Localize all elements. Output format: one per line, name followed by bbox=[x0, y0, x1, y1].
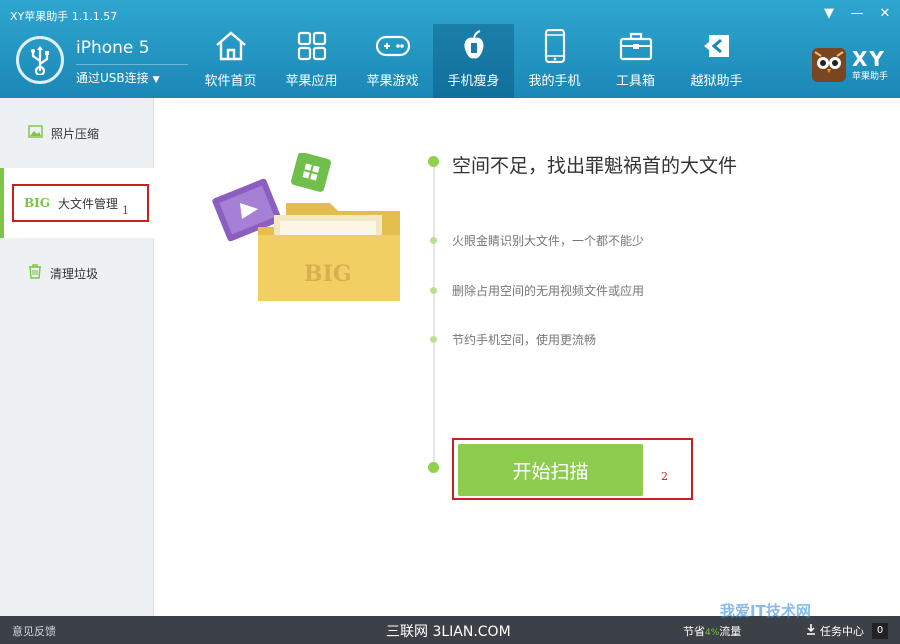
corner-watermark: 我爱IT技术网 bbox=[720, 602, 811, 620]
close-icon[interactable]: ✕ bbox=[876, 4, 894, 22]
timeline-dot bbox=[430, 287, 437, 294]
photo-icon bbox=[28, 125, 43, 141]
jailbreak-icon bbox=[699, 28, 735, 64]
app-title: XY苹果助手 1.1.1.57 bbox=[10, 10, 118, 23]
nav-item-games[interactable]: 苹果游戏 bbox=[352, 24, 433, 98]
connection-selector[interactable]: 通过USB连接 ▼ bbox=[76, 64, 188, 86]
sidebar-item-label: 照片压缩 bbox=[51, 126, 100, 141]
window-controls: ▼ — ✕ bbox=[820, 4, 894, 22]
nav-item-toolbox[interactable]: 工具箱 bbox=[595, 24, 676, 98]
nav-item-myphone[interactable]: 我的手机 bbox=[514, 24, 595, 98]
flow-prefix: 节省 bbox=[683, 625, 705, 638]
sidebar-item-label: 清理垃圾 bbox=[50, 266, 99, 281]
nav-label: 手机瘦身 bbox=[447, 74, 500, 89]
connection-label: 通过USB连接 bbox=[76, 71, 149, 85]
task-center-button[interactable]: 任务中心 0 bbox=[806, 623, 888, 639]
nav-label: 工具箱 bbox=[615, 74, 655, 89]
download-icon bbox=[806, 624, 816, 638]
feature-item: 删除占用空间的无用视频文件或应用 bbox=[452, 284, 645, 298]
brand-subtitle: 苹果助手 bbox=[851, 71, 888, 82]
brand-name: XY bbox=[851, 46, 886, 71]
nav-label: 我的手机 bbox=[528, 74, 581, 89]
top-header: XY苹果助手 1.1.1.57 ▼ — ✕ iPhone 5 通过USB连接 ▼ … bbox=[0, 0, 900, 98]
annotation-box bbox=[452, 438, 693, 500]
sidebar-item-clean-junk[interactable]: 清理垃圾 bbox=[0, 238, 154, 308]
task-count-badge: 0 bbox=[872, 623, 888, 639]
annotation-number: 2 bbox=[661, 470, 668, 483]
site-watermark: 三联网 3LIAN.COM bbox=[386, 624, 511, 640]
apps-grid-icon bbox=[294, 28, 330, 64]
brand-logo: XY 苹果助手 bbox=[811, 46, 888, 82]
device-panel: iPhone 5 通过USB连接 ▼ bbox=[16, 36, 191, 86]
gamepad-icon bbox=[375, 28, 411, 64]
big-file-illustration: BIG bbox=[210, 152, 410, 313]
headline: 空间不足，找出罪魁祸首的大文件 bbox=[452, 155, 738, 177]
menu-dropdown-icon[interactable]: ▼ bbox=[820, 4, 838, 22]
slim-icon bbox=[456, 28, 492, 64]
main-nav: 软件首页 苹果应用 苹果游戏 手机瘦身 我的手机 工具箱 越狱助手 bbox=[190, 24, 757, 98]
nav-label: 越狱助手 bbox=[690, 74, 743, 89]
timeline-dot bbox=[428, 156, 439, 167]
timeline-dot bbox=[428, 462, 439, 473]
sidebar: 照片压缩 BIG 大文件管理 清理垃圾 1 bbox=[0, 98, 154, 616]
feature-item: 火眼金睛识别大文件，一个都不能少 bbox=[452, 234, 645, 248]
nav-label: 苹果游戏 bbox=[366, 74, 419, 89]
timeline-line bbox=[433, 160, 435, 470]
app-file-icon bbox=[291, 152, 331, 192]
phone-icon bbox=[537, 28, 573, 64]
home-icon bbox=[213, 28, 249, 64]
task-center-label: 任务中心 bbox=[820, 625, 864, 638]
annotation-number: 1 bbox=[122, 204, 129, 217]
sidebar-item-photo-compress[interactable]: 照片压缩 bbox=[0, 98, 154, 168]
toolbox-icon bbox=[618, 28, 654, 64]
folder-big-label: BIG bbox=[304, 261, 352, 287]
traffic-saved: 节省4%流量 bbox=[683, 623, 741, 639]
owl-logo-icon bbox=[811, 48, 846, 82]
flow-suffix: 流量 bbox=[719, 625, 742, 638]
flow-percent: 4% bbox=[705, 628, 720, 638]
nav-item-home[interactable]: 软件首页 bbox=[190, 24, 271, 98]
nav-item-apps[interactable]: 苹果应用 bbox=[271, 24, 352, 98]
feedback-link[interactable]: 意见反馈 bbox=[12, 623, 56, 639]
main-panel: BIG 空间不足，找出罪魁祸首的大文件 火眼金睛识别大文件，一个都不能少 删除占… bbox=[155, 98, 900, 616]
nav-label: 苹果应用 bbox=[285, 74, 338, 89]
nav-item-jailbreak[interactable]: 越狱助手 bbox=[676, 24, 757, 98]
device-name: iPhone 5 bbox=[76, 38, 150, 58]
minimize-icon[interactable]: — bbox=[848, 4, 866, 22]
timeline-dot bbox=[430, 237, 437, 244]
chevron-down-icon: ▼ bbox=[152, 75, 160, 85]
usb-icon bbox=[16, 36, 64, 84]
feature-item: 节约手机空间，使用更流畅 bbox=[452, 333, 597, 347]
trash-icon bbox=[28, 264, 42, 282]
nav-label: 软件首页 bbox=[204, 74, 257, 89]
nav-item-slim[interactable]: 手机瘦身 bbox=[433, 24, 514, 98]
timeline-dot bbox=[430, 336, 437, 343]
